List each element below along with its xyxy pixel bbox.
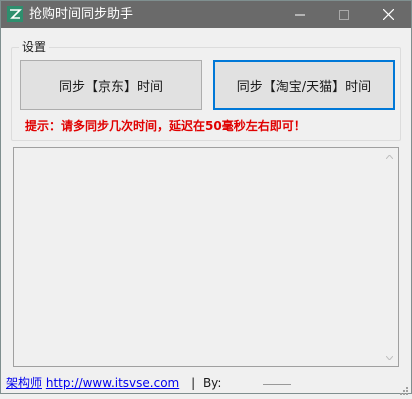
maximize-icon xyxy=(339,5,349,24)
app-window: 抢购时间同步助手 设置 同步【京东】时间 同步【淘宝/天猫】时间 提示：请多同步… xyxy=(0,0,412,395)
log-scrollbar[interactable] xyxy=(381,148,398,366)
author-link[interactable]: 架构师 xyxy=(6,376,42,390)
close-button[interactable] xyxy=(365,1,411,28)
sync-jd-time-label: 同步【京东】时间 xyxy=(58,79,163,95)
close-icon xyxy=(382,5,394,24)
maximize-button[interactable] xyxy=(321,1,367,28)
resize-grip-icon[interactable] xyxy=(398,380,408,395)
minimize-button[interactable] xyxy=(277,1,323,28)
scroll-down-arrow-icon[interactable] xyxy=(381,349,398,366)
footer-separator: | xyxy=(191,376,196,390)
sync-taobao-time-label: 同步【淘宝/天猫】时间 xyxy=(236,79,372,95)
footer-divider xyxy=(263,384,291,385)
hint-text: 提示：请多同步几次时间，延迟在50毫秒左右即可！ xyxy=(25,119,306,133)
footer: 架构师 http://www.itsvse.com | By: xyxy=(6,376,221,391)
by-label: By: xyxy=(202,376,222,390)
website-link[interactable]: http://www.itsvse.com xyxy=(46,376,179,390)
scroll-up-arrow-icon[interactable] xyxy=(381,148,398,165)
sync-taobao-time-button[interactable]: 同步【淘宝/天猫】时间 xyxy=(213,60,395,110)
minimize-icon xyxy=(295,5,305,24)
settings-group-label: 设置 xyxy=(19,39,50,55)
window-title: 抢购时间同步助手 xyxy=(29,7,134,22)
title-bar[interactable]: 抢购时间同步助手 xyxy=(1,1,411,28)
log-output-textarea[interactable] xyxy=(13,147,399,367)
app-logo-icon xyxy=(7,6,23,22)
sync-jd-time-button[interactable]: 同步【京东】时间 xyxy=(20,60,202,110)
